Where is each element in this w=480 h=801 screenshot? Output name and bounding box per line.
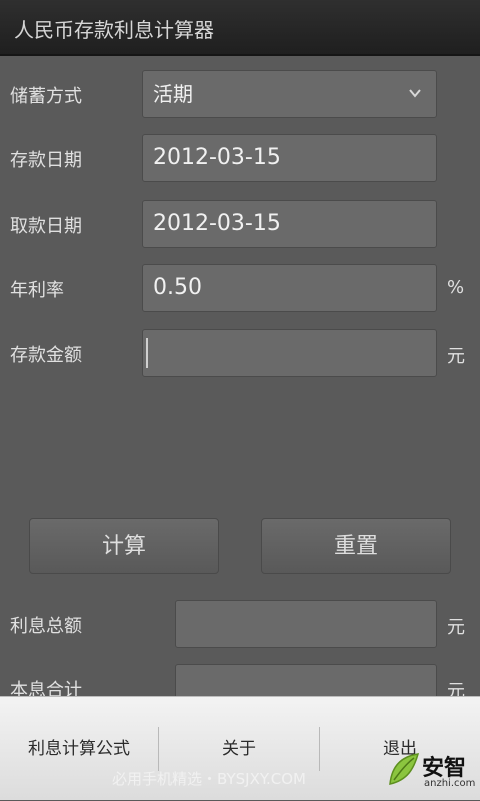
watermark-text: 必用手机精选・BYSJXY.COM	[112, 770, 306, 788]
deposit-date-field[interactable]: 2012-03-15	[142, 134, 437, 182]
annual-rate-unit: %	[447, 277, 465, 298]
app-title: 人民币存款利息计算器	[14, 18, 214, 42]
row-deposit-date: 存款日期 2012-03-15	[0, 134, 480, 184]
title-bar: 人民币存款利息计算器	[0, 0, 480, 56]
row-annual-rate: 年利率 0.50 %	[0, 264, 480, 314]
reset-button[interactable]: 重置	[261, 518, 451, 574]
interest-total-label: 利息总额	[10, 616, 82, 637]
interest-total-field	[175, 600, 437, 648]
withdraw-date-label: 取款日期	[10, 216, 82, 237]
annual-rate-field[interactable]: 0.50	[142, 264, 437, 312]
brand-domain: anzhi.com	[424, 778, 476, 789]
chevron-down-icon	[409, 89, 421, 98]
anzhi-leaf-icon	[389, 753, 420, 785]
savings-type-select[interactable]: 活期	[142, 70, 437, 118]
text-cursor	[146, 338, 148, 368]
row-interest-total: 利息总额 元	[0, 600, 480, 650]
interest-total-unit: 元	[447, 617, 465, 638]
deposit-amount-input[interactable]	[142, 329, 437, 377]
row-savings-type: 储蓄方式 活期	[0, 70, 480, 120]
savings-type-value: 活期	[153, 82, 193, 106]
deposit-date-label: 存款日期	[10, 150, 82, 171]
withdraw-date-field[interactable]: 2012-03-15	[142, 200, 437, 248]
deposit-amount-label: 存款金额	[10, 345, 82, 366]
anzhi-logo: 安智 anzhi.com	[386, 748, 476, 794]
calculate-button[interactable]: 计算	[29, 518, 219, 574]
row-deposit-amount: 存款金额 元	[0, 329, 480, 379]
deposit-amount-unit: 元	[447, 346, 465, 367]
savings-type-label: 储蓄方式	[10, 86, 82, 107]
row-withdraw-date: 取款日期 2012-03-15	[0, 200, 480, 250]
annual-rate-label: 年利率	[10, 280, 64, 301]
